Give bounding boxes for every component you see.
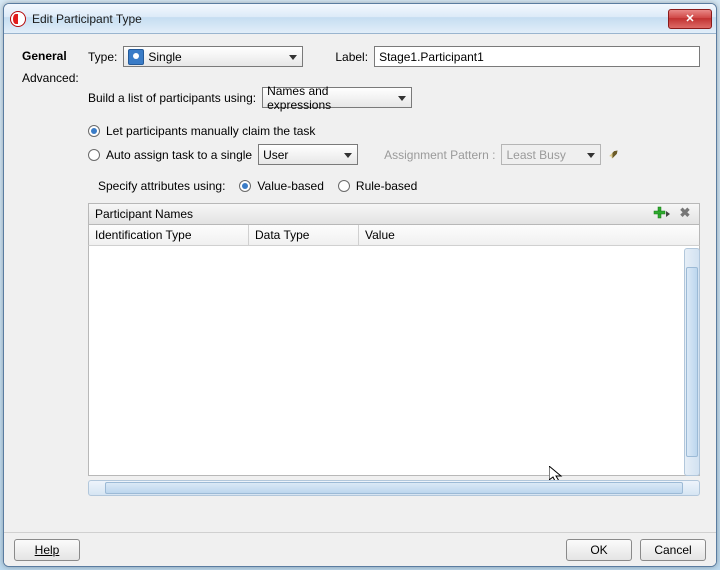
assignment-pattern-label: Assignment Pattern : bbox=[384, 148, 495, 162]
main-area: General Advanced: Type: Single Label: bbox=[4, 34, 716, 532]
button-row: Help OK Cancel bbox=[4, 532, 716, 566]
value-based-label: Value-based bbox=[257, 179, 324, 193]
window-title: Edit Participant Type bbox=[32, 12, 662, 26]
auto-assign-target-select[interactable]: User bbox=[258, 144, 358, 165]
build-list-value: Names and expressions bbox=[267, 84, 393, 112]
scrollbar-thumb[interactable] bbox=[686, 267, 698, 457]
radio-icon bbox=[88, 149, 100, 161]
tab-general[interactable]: General bbox=[16, 46, 82, 66]
radio-icon bbox=[88, 125, 100, 137]
build-list-label: Build a list of participants using: bbox=[88, 91, 256, 105]
app-icon bbox=[10, 11, 26, 27]
rule-based-option[interactable]: Rule-based bbox=[338, 179, 417, 193]
ok-label: OK bbox=[590, 543, 607, 557]
col-identification-type[interactable]: Identification Type bbox=[89, 225, 249, 245]
assignment-pattern-select: Least Busy bbox=[501, 144, 601, 165]
dialog-body: General Advanced: Type: Single Label: bbox=[4, 34, 716, 566]
dialog: Edit Participant Type ✕ General Advanced… bbox=[3, 3, 717, 567]
type-select[interactable]: Single bbox=[123, 46, 303, 67]
type-value: Single bbox=[148, 50, 181, 64]
auto-assign-option[interactable]: Auto assign task to a single User Assign… bbox=[88, 144, 700, 165]
cancel-label: Cancel bbox=[654, 543, 691, 557]
radio-icon bbox=[338, 180, 350, 192]
close-button[interactable]: ✕ bbox=[668, 9, 712, 29]
help-label: Help bbox=[35, 543, 60, 557]
pencil-icon[interactable] bbox=[607, 147, 623, 163]
cancel-button[interactable]: Cancel bbox=[640, 539, 706, 561]
horizontal-scrollbar[interactable] bbox=[88, 480, 700, 496]
scrollbar-thumb[interactable] bbox=[105, 482, 683, 494]
rule-based-label: Rule-based bbox=[356, 179, 417, 193]
tab-advanced[interactable]: Advanced: bbox=[16, 68, 82, 88]
person-icon bbox=[128, 49, 144, 65]
col-value[interactable]: Value bbox=[359, 225, 699, 245]
add-button[interactable] bbox=[653, 206, 671, 222]
type-label: Type: bbox=[88, 50, 117, 64]
table-body bbox=[88, 246, 700, 476]
build-list-select[interactable]: Names and expressions bbox=[262, 87, 412, 108]
label-input[interactable] bbox=[374, 46, 700, 67]
specify-attrs-label: Specify attributes using: bbox=[98, 179, 225, 193]
plus-icon bbox=[653, 206, 671, 222]
help-button[interactable]: Help bbox=[14, 539, 80, 561]
section-title: Participant Names bbox=[95, 207, 647, 221]
auto-assign-target-value: User bbox=[263, 148, 288, 162]
radio-icon bbox=[239, 180, 251, 192]
col-data-type[interactable]: Data Type bbox=[249, 225, 359, 245]
manual-claim-option[interactable]: Let participants manually claim the task bbox=[88, 124, 700, 138]
tabs-column: General Advanced: bbox=[10, 40, 82, 532]
close-icon: ✕ bbox=[685, 12, 694, 25]
ok-button[interactable]: OK bbox=[566, 539, 632, 561]
table-header: Identification Type Data Type Value bbox=[88, 225, 700, 246]
auto-assign-label: Auto assign task to a single bbox=[106, 148, 252, 162]
vertical-scrollbar[interactable] bbox=[684, 248, 700, 476]
value-based-option[interactable]: Value-based bbox=[239, 179, 324, 193]
label-label: Label: bbox=[335, 50, 368, 64]
participant-names-header: Participant Names ✖ bbox=[88, 203, 700, 225]
x-icon: ✖ bbox=[680, 205, 691, 220]
form-column: Type: Single Label: Build a list of part… bbox=[82, 40, 710, 532]
manual-claim-label: Let participants manually claim the task bbox=[106, 124, 315, 138]
delete-button[interactable]: ✖ bbox=[677, 206, 693, 222]
titlebar: Edit Participant Type ✕ bbox=[4, 4, 716, 34]
assignment-pattern-value: Least Busy bbox=[506, 148, 565, 162]
